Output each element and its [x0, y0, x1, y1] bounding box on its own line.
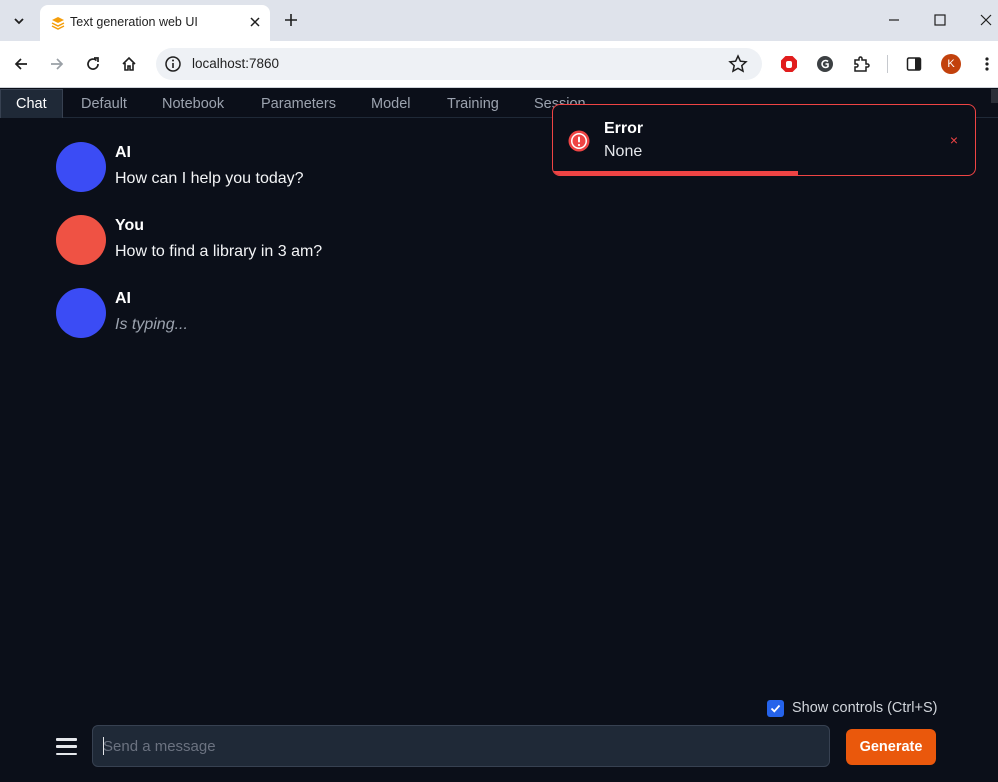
- browser-tab-strip: Text generation web UI: [0, 0, 998, 41]
- browser-menu-button[interactable]: [976, 53, 998, 75]
- tab-default[interactable]: Default: [81, 89, 127, 118]
- side-panel-icon: [906, 57, 922, 71]
- tab-model[interactable]: Model: [371, 89, 411, 118]
- tab-notebook[interactable]: Notebook: [162, 89, 224, 118]
- toast-message: None: [604, 143, 643, 160]
- message-author: AI: [115, 290, 131, 307]
- favicon-icon: [51, 17, 65, 30]
- hamburger-menu-icon[interactable]: [56, 736, 77, 757]
- grammar-extension[interactable]: [814, 53, 836, 75]
- tab-parameters[interactable]: Parameters: [261, 89, 336, 118]
- address-url[interactable]: localhost:7860: [192, 56, 279, 71]
- avatar: [56, 142, 106, 192]
- close-icon: [980, 14, 992, 26]
- plus-icon: [285, 14, 297, 26]
- toast-timer-track: [553, 171, 975, 175]
- home-icon: [122, 56, 136, 71]
- puzzle-icon: [854, 56, 870, 72]
- message-text: How can I help you today?: [115, 170, 304, 187]
- message-author: You: [115, 217, 145, 234]
- reload-icon: [87, 57, 99, 70]
- back-button[interactable]: [10, 53, 32, 75]
- message-input[interactable]: [92, 725, 830, 767]
- toolbar-separator: [887, 55, 888, 73]
- chevron-down-icon: [14, 18, 24, 25]
- profile-avatar[interactable]: K: [941, 54, 961, 74]
- text-caret: [103, 737, 104, 755]
- chat-message: You How to find a library in 3 am?: [56, 215, 456, 267]
- more-vert-icon: [985, 57, 989, 71]
- minimize-icon: [889, 19, 899, 21]
- extensions-button[interactable]: [850, 53, 872, 75]
- g-circle-icon: [817, 56, 833, 72]
- toast-close-button[interactable]: ×: [947, 133, 961, 147]
- reload-button[interactable]: [82, 53, 104, 75]
- arrow-left-icon: [14, 58, 27, 70]
- arrow-right-icon: [51, 58, 64, 70]
- checkmark-icon: [770, 704, 781, 713]
- minimize-button[interactable]: [882, 8, 906, 32]
- info-icon[interactable]: [164, 55, 182, 73]
- bookmark-star-icon[interactable]: [728, 54, 748, 74]
- adblock-extension[interactable]: [778, 53, 800, 75]
- close-icon: [250, 17, 260, 27]
- browser-tab-title: Text generation web UI: [70, 15, 198, 29]
- side-panel-button[interactable]: [903, 53, 925, 75]
- generate-button[interactable]: Generate: [846, 729, 936, 765]
- chat-message: AI How can I help you today?: [56, 142, 456, 194]
- chat-message: AI Is typing...: [56, 288, 456, 340]
- address-bar[interactable]: localhost:7860: [156, 48, 762, 80]
- toast-timer-bar: [553, 171, 798, 175]
- tab-close-button[interactable]: [246, 13, 264, 31]
- browser-toolbar: localhost:7860 K: [0, 41, 998, 88]
- toast-title: Error: [604, 120, 644, 137]
- tab-search-button[interactable]: [6, 8, 32, 34]
- maximize-button[interactable]: [928, 8, 952, 32]
- maximize-icon: [934, 14, 946, 26]
- message-text: How to find a library in 3 am?: [115, 243, 323, 260]
- home-button[interactable]: [118, 53, 140, 75]
- error-icon: [568, 130, 590, 152]
- show-controls-toggle[interactable]: Show controls (Ctrl+S): [767, 699, 937, 717]
- error-toast: Error None ×: [552, 104, 976, 176]
- scrollbar[interactable]: [991, 89, 998, 103]
- message-author: AI: [115, 144, 131, 161]
- tab-training[interactable]: Training: [447, 89, 499, 118]
- typing-indicator: Is typing...: [115, 316, 188, 333]
- stop-hand-icon: [781, 56, 797, 72]
- avatar: [56, 215, 106, 265]
- show-controls-checkbox[interactable]: [767, 699, 784, 717]
- browser-tab[interactable]: Text generation web UI: [40, 5, 270, 41]
- show-controls-label: Show controls (Ctrl+S): [792, 700, 938, 716]
- avatar: [56, 288, 106, 338]
- tab-chat[interactable]: Chat: [0, 89, 63, 118]
- window-close-button[interactable]: [974, 8, 998, 32]
- new-tab-button[interactable]: [281, 10, 301, 30]
- forward-button[interactable]: [46, 53, 68, 75]
